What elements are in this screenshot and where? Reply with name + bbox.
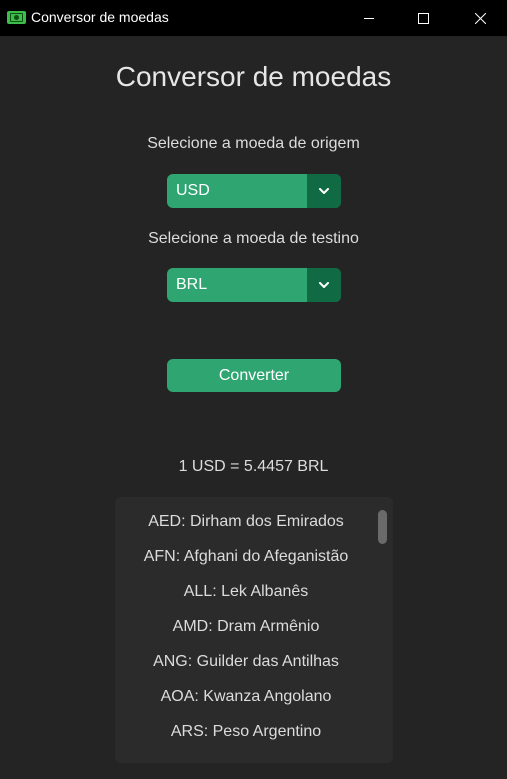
list-item: AMD: Dram Armênio [172, 618, 320, 635]
origin-currency-select[interactable]: USD [167, 174, 341, 208]
list-item: ALL: Lek Albanês [183, 583, 309, 600]
maximize-icon [417, 12, 429, 24]
origin-currency-label: Selecione a moeda de origem [147, 135, 360, 152]
title-bar: Conversor de moedas [0, 0, 507, 36]
conversion-result: 1 USD = 5.4457 BRL [178, 458, 329, 475]
list-item: AOA: Kwanza Angolano [160, 688, 332, 705]
list-item: AFN: Afghani do Afeganistão [143, 548, 349, 565]
convert-button[interactable]: Converter [167, 359, 341, 392]
list-item: AED: Dirham dos Emirados [148, 513, 344, 530]
window-title: Conversor de moedas [31, 9, 169, 25]
chevron-down-icon [319, 282, 329, 288]
destination-currency-select[interactable]: BRL [167, 268, 341, 302]
origin-currency-value: USD [176, 182, 210, 199]
currency-list[interactable]: AED: Dirham dos Emirados AFN: Afghani do… [115, 497, 393, 763]
close-button[interactable] [457, 0, 503, 36]
destination-currency-value: BRL [176, 276, 208, 293]
minimize-icon [363, 17, 374, 19]
list-item: ANG: Guilder das Antilhas [153, 653, 339, 670]
close-icon [474, 12, 486, 24]
money-bill-icon [7, 11, 26, 24]
maximize-button[interactable] [400, 0, 446, 36]
destination-currency-label: Selecione a moeda de testino [148, 230, 359, 247]
destination-dropdown-button[interactable] [307, 268, 341, 302]
chevron-down-icon [319, 188, 329, 194]
scrollbar-thumb[interactable] [378, 510, 387, 544]
minimize-button[interactable] [346, 0, 392, 36]
page-title: Conversor de moedas [115, 61, 392, 92]
origin-dropdown-button[interactable] [307, 174, 341, 208]
list-item: ARS: Peso Argentino [170, 723, 322, 740]
